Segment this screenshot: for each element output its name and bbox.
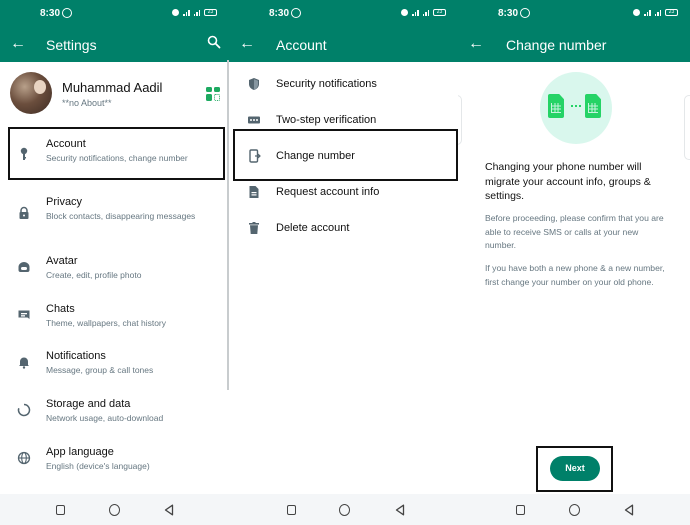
sim-card-icon [585, 94, 601, 118]
globe-icon [17, 451, 31, 465]
change-number-heading: Changing your phone number will migrate … [485, 161, 651, 202]
profile-name: Muhammad Aadil [62, 80, 163, 95]
settings-item-notifications[interactable]: Notifications Message, group & call tone… [0, 342, 229, 386]
settings-item-subtitle: English (device's language) [46, 461, 150, 471]
settings-item-title: Privacy [46, 196, 83, 208]
profile-row[interactable]: Muhammad Aadil **no About** [0, 62, 229, 124]
highlight-box [536, 446, 613, 492]
status-bar: 8:30 23 [229, 0, 458, 28]
signal-icon [654, 9, 661, 16]
dots-icon [248, 116, 260, 124]
settings-item-storage[interactable]: Storage and data Network usage, auto-dow… [0, 390, 229, 434]
home-button[interactable] [339, 504, 350, 516]
whatsapp-status-icon [520, 8, 530, 18]
battery-icon: 23 [204, 9, 217, 16]
status-bar: 8:30 23 [0, 0, 229, 28]
avatar-icon [18, 262, 30, 272]
alarm-icon [401, 9, 408, 16]
recent-apps-button[interactable] [516, 505, 525, 515]
settings-item-title: App language [46, 446, 114, 458]
profile-about: **no About** [62, 98, 112, 108]
account-item-request-info[interactable]: Request account info [229, 174, 458, 210]
account-item-label: Security notifications [276, 78, 377, 90]
battery-icon: 23 [665, 9, 678, 16]
back-arrow-icon[interactable]: ← [468, 35, 484, 53]
account-item-label: Two-step verification [276, 114, 377, 126]
page-title: Change number [506, 37, 607, 53]
status-time: 8:30 [269, 8, 290, 19]
app-bar: 8:30 23 ← Settings [0, 0, 229, 62]
side-card [458, 95, 462, 145]
status-icons: 23 [172, 9, 217, 16]
status-bar: 8:30 23 [458, 0, 690, 28]
account-item-label: Request account info [276, 186, 380, 198]
home-button[interactable] [109, 504, 120, 516]
account-screen: 8:30 23 ← Account Security notifications… [229, 0, 458, 525]
back-arrow-icon[interactable]: ← [10, 35, 26, 53]
app-bar: 8:30 23 ← Change number [458, 0, 690, 62]
highlight-box [8, 127, 225, 180]
system-nav-bar [0, 494, 229, 525]
settings-item-subtitle: Create, edit, profile photo [46, 270, 142, 280]
signal-icon [412, 9, 419, 16]
page-title: Settings [46, 37, 97, 53]
avatar[interactable] [10, 72, 52, 114]
trash-icon [249, 222, 259, 234]
qr-code-icon[interactable] [206, 87, 220, 101]
status-time: 8:30 [498, 8, 519, 19]
settings-item-title: Storage and data [46, 398, 131, 410]
settings-item-title: Notifications [46, 350, 106, 362]
settings-item-subtitle: Network usage, auto-download [46, 413, 164, 423]
sim-card-icon [548, 94, 564, 118]
alarm-icon [633, 9, 640, 16]
account-item-delete[interactable]: Delete account [229, 210, 458, 246]
recent-apps-button[interactable] [287, 505, 296, 515]
settings-item-chats[interactable]: Chats Theme, wallpapers, chat history [0, 294, 229, 338]
whatsapp-status-icon [62, 8, 72, 18]
storage-icon [17, 403, 31, 417]
chat-icon [18, 310, 30, 319]
signal-icon [422, 9, 429, 16]
status-time: 8:30 [40, 8, 61, 19]
settings-item-title: Avatar [46, 255, 78, 267]
settings-item-privacy[interactable]: Privacy Block contacts, disappearing mes… [0, 186, 229, 240]
settings-item-subtitle: Theme, wallpapers, chat history [46, 318, 166, 328]
settings-screen: 8:30 23 ← Settings Muhammad Aadil **no A… [0, 0, 229, 525]
lock-icon [19, 206, 29, 219]
settings-item-title: Chats [46, 303, 75, 315]
change-number-screen: 8:30 23 ← Change number Changing your ph… [458, 0, 690, 525]
back-arrow-icon[interactable]: ← [239, 35, 255, 53]
status-icons: 23 [401, 9, 446, 16]
change-number-paragraph: If you have both a new phone & a new num… [485, 263, 665, 287]
side-card [684, 95, 690, 160]
alarm-icon [172, 9, 179, 16]
account-item-security[interactable]: Security notifications [229, 66, 458, 102]
change-number-paragraph: Before proceeding, please confirm that y… [485, 213, 664, 250]
settings-item-subtitle: Message, group & call tones [46, 365, 154, 375]
recent-apps-button[interactable] [56, 505, 65, 515]
app-bar: 8:30 23 ← Account [229, 0, 458, 62]
shield-icon [249, 78, 259, 90]
search-icon[interactable] [207, 35, 221, 49]
signal-icon [193, 9, 200, 16]
system-nav-bar [458, 494, 690, 525]
settings-item-subtitle: Block contacts, disappearing messages [46, 211, 196, 221]
dots-icon [571, 105, 581, 107]
battery-icon: 23 [433, 9, 446, 16]
page-title: Account [276, 37, 327, 53]
bell-icon [19, 357, 29, 369]
home-button[interactable] [569, 504, 580, 516]
whatsapp-status-icon [291, 8, 301, 18]
settings-item-language[interactable]: App language English (device's language) [0, 438, 229, 482]
settings-item-avatar[interactable]: Avatar Create, edit, profile photo [0, 246, 229, 290]
status-icons: 23 [633, 9, 678, 16]
signal-icon [183, 9, 190, 16]
account-item-label: Delete account [276, 222, 350, 234]
sim-swap-illustration [540, 72, 612, 144]
document-icon [249, 186, 259, 198]
signal-icon [644, 9, 651, 16]
system-nav-bar [229, 494, 458, 525]
